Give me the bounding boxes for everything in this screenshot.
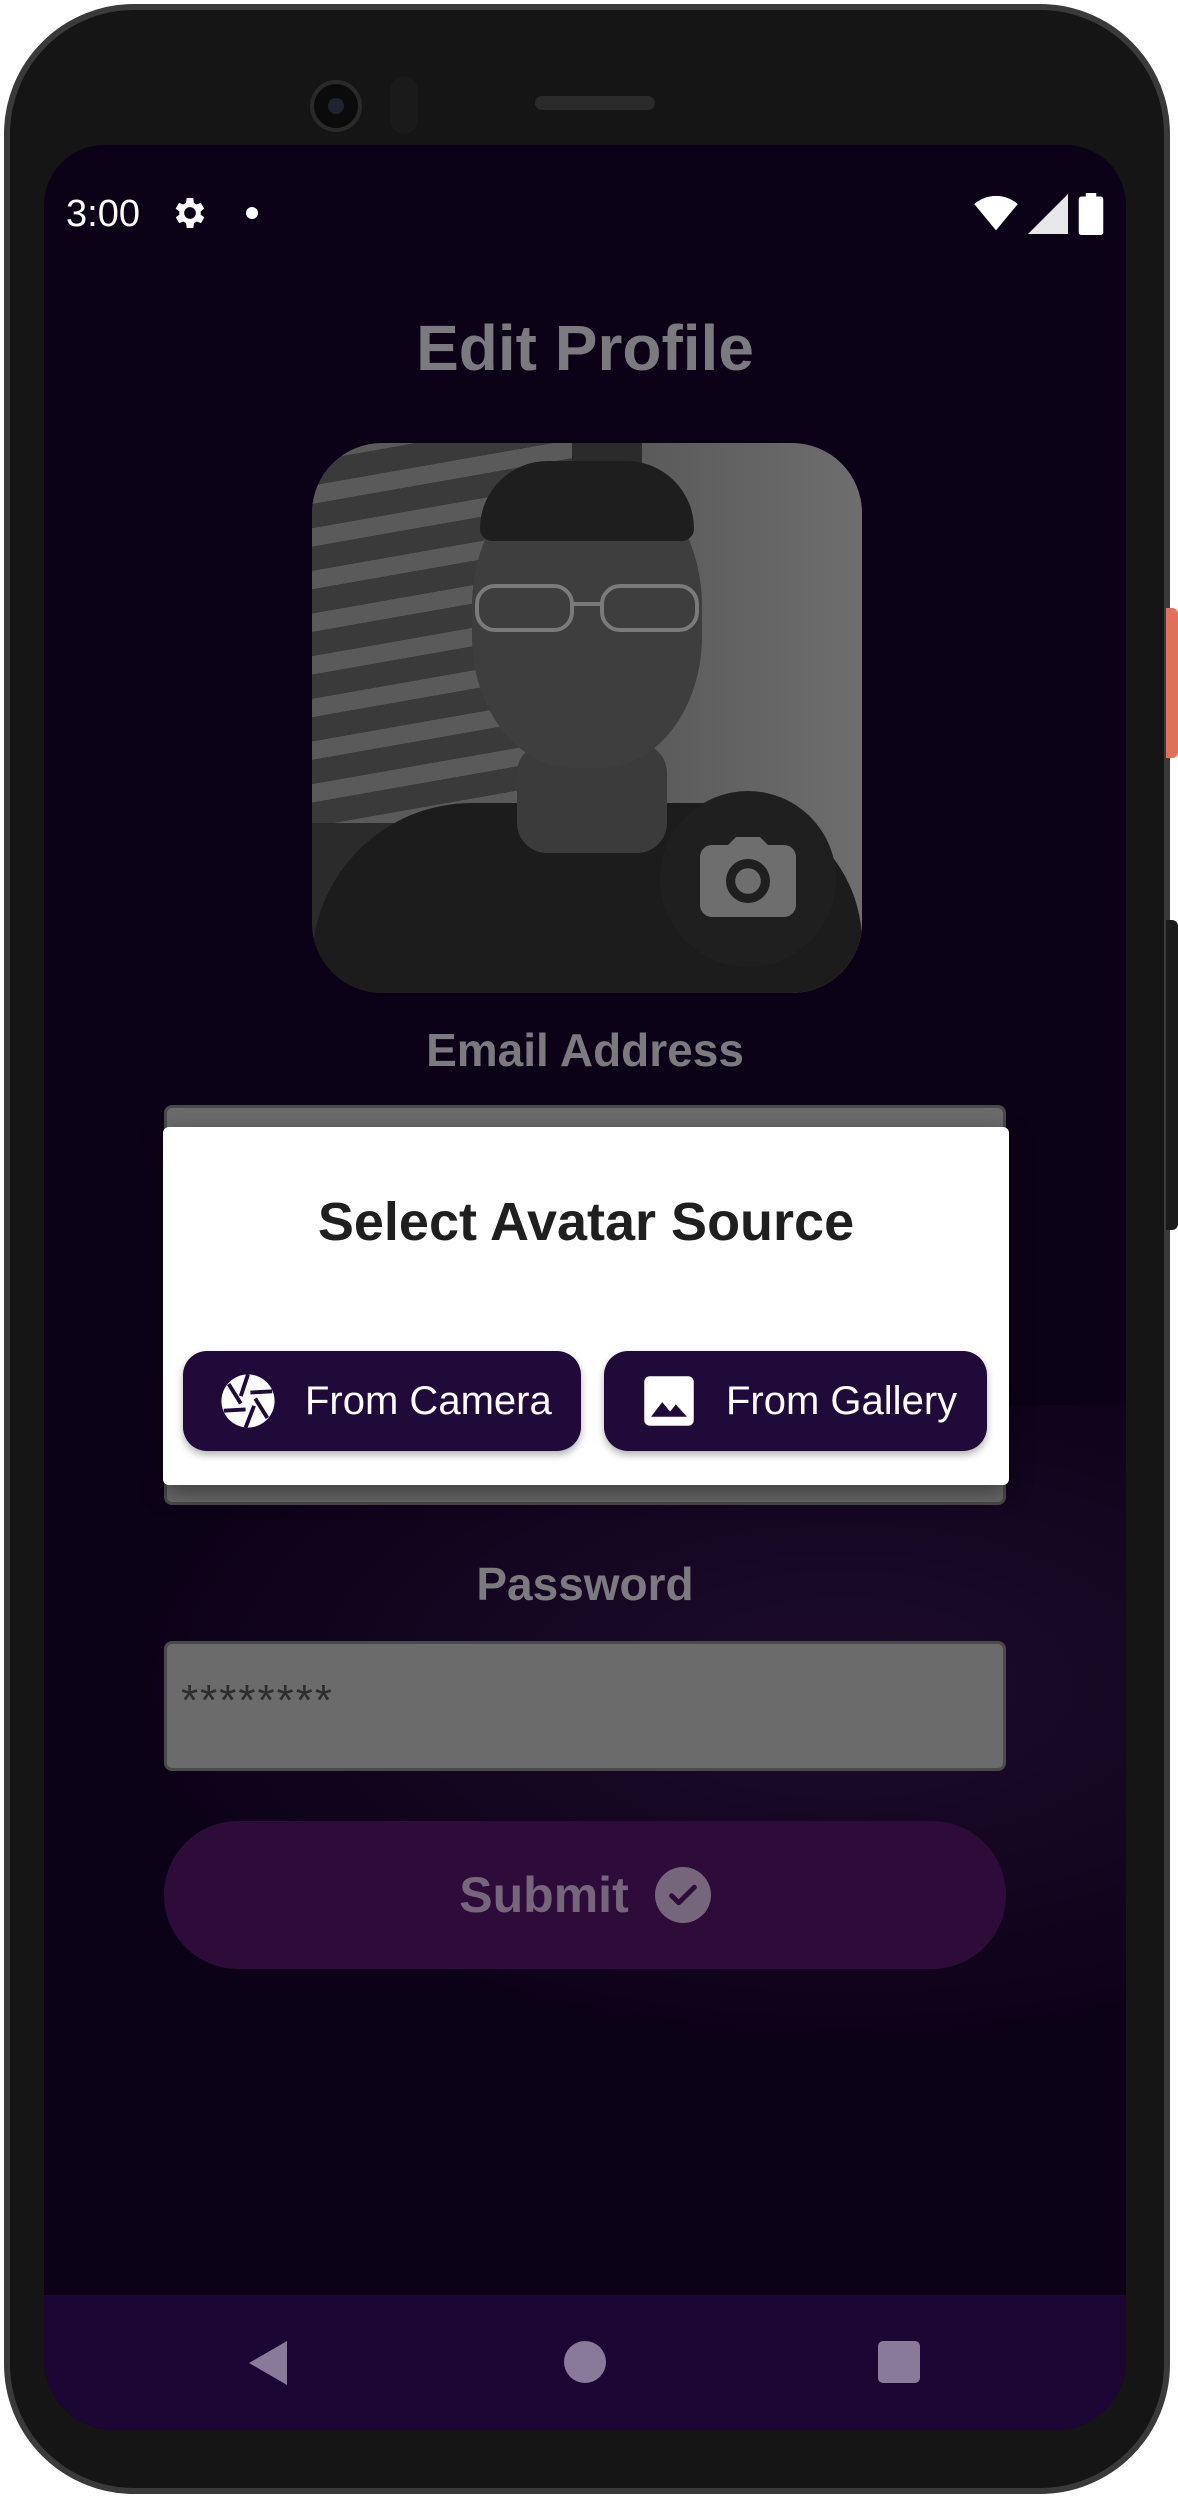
status-time: 3:00: [66, 193, 140, 235]
from-camera-button[interactable]: From Camera: [183, 1351, 581, 1451]
front-camera: [310, 80, 362, 132]
wifi-icon: [974, 194, 1018, 239]
password-field[interactable]: ********: [164, 1641, 1006, 1771]
email-label: Email Address: [426, 1024, 744, 1076]
volume-button: [1166, 920, 1178, 1230]
submit-button[interactable]: Submit: [164, 1821, 1006, 1969]
earpiece-speaker: [535, 96, 655, 110]
navigation-bar: [44, 2295, 1126, 2430]
battery-icon: [1078, 193, 1104, 240]
screen: 3:00 Edit Profile Email Address Password…: [44, 145, 1126, 2430]
signal-icon: [1028, 194, 1068, 239]
from-camera-label: From Camera: [305, 1378, 552, 1423]
change-avatar-button[interactable]: [660, 791, 836, 967]
status-bar: 3:00: [44, 145, 1126, 275]
notification-dot-icon: [246, 207, 258, 219]
dialog-title: Select Avatar Source: [317, 1192, 855, 1252]
home-icon[interactable]: [564, 2341, 606, 2383]
camera-aperture-icon: [219, 1372, 277, 1430]
password-label: Password: [476, 1558, 694, 1610]
camera-icon: [700, 836, 796, 922]
from-gallery-label: From Gallery: [726, 1378, 958, 1423]
avatar-photo[interactable]: [312, 443, 862, 993]
recents-icon[interactable]: [878, 2341, 920, 2383]
image-icon: [640, 1372, 698, 1430]
proximity-sensor: [390, 76, 418, 134]
phone-top-bezel: [10, 10, 1164, 150]
check-circle-icon: [654, 1867, 711, 1923]
avatar-glasses: [475, 584, 699, 632]
avatar-source-dialog: Select Avatar Source From Camera From Ga…: [163, 1127, 1009, 1485]
power-button: [1166, 608, 1178, 758]
password-value: ********: [181, 1676, 334, 1725]
avatar-hair: [480, 461, 694, 541]
from-gallery-button[interactable]: From Gallery: [604, 1351, 987, 1451]
gear-icon: [170, 193, 210, 233]
submit-label: Submit: [459, 1867, 629, 1923]
page-title: Edit Profile: [416, 312, 754, 384]
back-icon[interactable]: [249, 2341, 287, 2385]
status-right-icons: [974, 193, 1104, 240]
